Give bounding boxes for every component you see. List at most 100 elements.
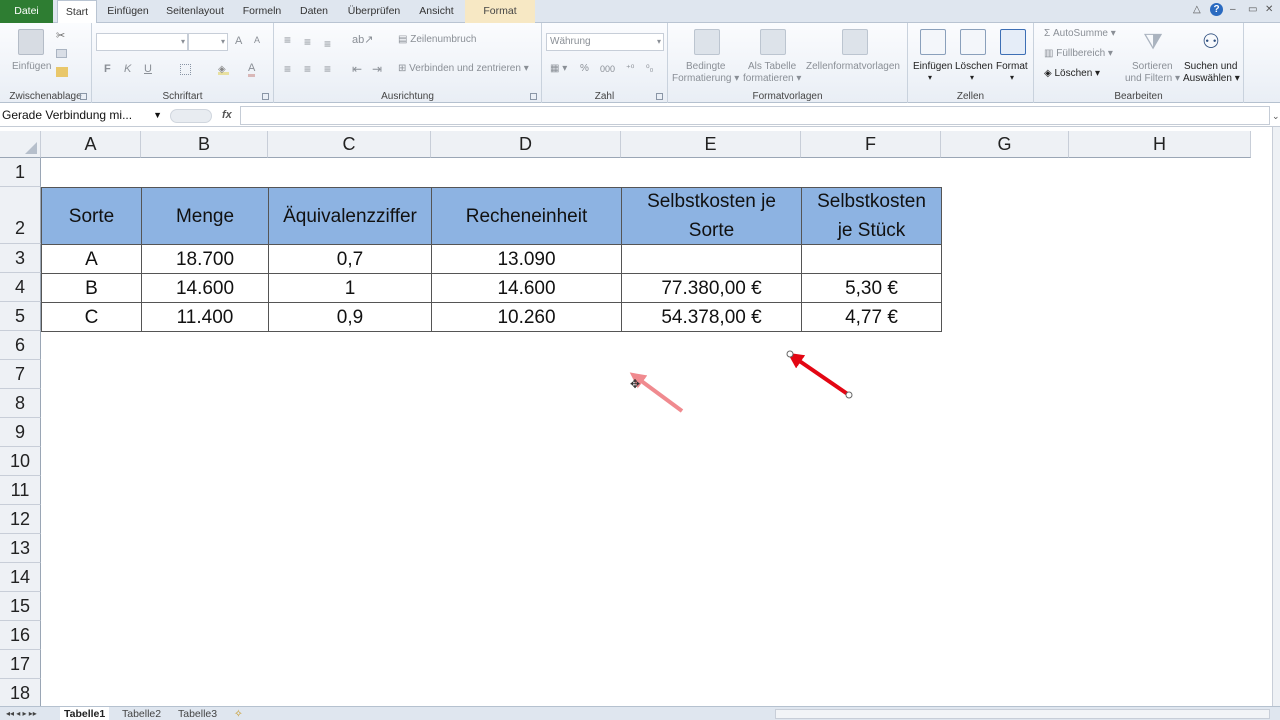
row-header-12[interactable]: 12 [0, 505, 41, 534]
horizontal-scrollbar[interactable] [775, 709, 1270, 719]
table-header-cell[interactable]: Recheneinheit [431, 187, 622, 245]
row-header-1[interactable]: 1 [0, 158, 41, 187]
close-icon[interactable]: ✕ [1265, 4, 1273, 15]
arrow-shape-selected[interactable] [787, 352, 851, 397]
table-cell[interactable]: A [41, 244, 142, 274]
name-box[interactable]: Gerade Verbindung mi... ▼ [0, 106, 166, 125]
find-select-icon[interactable]: ⚇ [1198, 29, 1224, 55]
insert-function-icon[interactable]: fx [222, 106, 240, 125]
conditional-formatting-label[interactable]: Bedingte [686, 61, 725, 72]
conditional-formatting-label2[interactable]: Formatierung ▾ [672, 73, 739, 84]
restore-icon[interactable]: ▭ [1248, 4, 1257, 15]
align-right-icon[interactable]: ≡ [324, 62, 331, 76]
orientation-icon[interactable]: ab↗ [352, 33, 373, 46]
bold-button[interactable]: F [104, 63, 111, 75]
tab-einfuegen[interactable]: Einfügen [102, 0, 154, 23]
table-cell[interactable] [621, 244, 802, 274]
autosum-button[interactable]: Σ AutoSumme ▾ [1044, 28, 1116, 39]
sort-filter-label[interactable]: Sortieren [1132, 61, 1173, 72]
insert-cells-dropdown-icon[interactable]: ▾ [928, 73, 932, 82]
table-cell[interactable]: 10.260 [431, 302, 622, 332]
expand-formula-icon[interactable]: ⌄ [1272, 111, 1280, 122]
tab-datei[interactable]: Datei [0, 0, 53, 23]
decrease-decimal-icon[interactable]: ⁰₀ [646, 63, 653, 74]
table-cell[interactable]: 1 [268, 273, 432, 303]
sheet-nav-icons[interactable]: ◂◂ ◂ ▸ ▸▸ [2, 707, 41, 720]
row-header-2[interactable]: 2 [0, 187, 41, 244]
insert-cells-label[interactable]: Einfügen [913, 61, 952, 72]
paste-label[interactable]: Einfügen [12, 61, 51, 72]
arrow-start-handle[interactable] [786, 350, 794, 358]
fill-button[interactable]: ▥ Füllbereich ▾ [1044, 48, 1113, 59]
table-cell[interactable]: 77.380,00 € [621, 273, 802, 303]
clear-button[interactable]: ◈ Löschen ▾ [1044, 68, 1100, 79]
increase-decimal-icon[interactable]: ⁺⁰ [626, 63, 634, 74]
find-select-label2[interactable]: Auswählen ▾ [1183, 73, 1240, 84]
format-as-table-label[interactable]: Als Tabelle [748, 61, 796, 72]
cut-icon[interactable]: ✂ [56, 29, 70, 43]
wrap-text-button[interactable]: ▤ Zeilenumbruch [398, 34, 476, 45]
decrease-indent-icon[interactable]: ⇤ [352, 62, 362, 76]
align-left-icon[interactable]: ≡ [284, 62, 291, 76]
row-header-4[interactable]: 4 [0, 273, 41, 302]
sheet-tab-2[interactable]: Tabelle2 [118, 707, 165, 720]
table-cell[interactable]: 13.090 [431, 244, 622, 274]
tab-start[interactable]: Start [57, 0, 97, 24]
row-header-10[interactable]: 10 [0, 447, 41, 476]
row-header-16[interactable]: 16 [0, 621, 41, 650]
table-cell[interactable]: 54.378,00 € [621, 302, 802, 332]
table-header-cell[interactable]: Menge [141, 187, 269, 245]
column-header-h[interactable]: H [1069, 131, 1251, 158]
row-header-13[interactable]: 13 [0, 534, 41, 563]
table-cell[interactable]: 14.600 [141, 273, 269, 303]
table-cell[interactable]: 5,30 € [801, 273, 942, 303]
table-header-cell[interactable]: Sorte [41, 187, 142, 245]
format-cells-dropdown-icon[interactable]: ▾ [1010, 73, 1014, 82]
table-cell[interactable]: 14.600 [431, 273, 622, 303]
table-header-cell[interactable]: Äquivalenzziffer [268, 187, 432, 245]
row-header-9[interactable]: 9 [0, 418, 41, 447]
help-icon[interactable]: ? [1210, 3, 1223, 16]
row-header-6[interactable]: 6 [0, 331, 41, 360]
sort-filter-label2[interactable]: und Filtern ▾ [1125, 73, 1180, 84]
row-header-17[interactable]: 17 [0, 650, 41, 679]
underline-button[interactable]: U [144, 63, 152, 75]
table-cell[interactable]: 4,77 € [801, 302, 942, 332]
number-launcher-icon[interactable] [656, 93, 663, 100]
row-header-15[interactable]: 15 [0, 592, 41, 621]
table-cell[interactable]: 0,7 [268, 244, 432, 274]
table-header-cell[interactable]: Selbstkosten je Sorte [621, 187, 802, 245]
insert-sheet-icon[interactable]: ✧ [230, 707, 247, 720]
border-icon[interactable] [180, 64, 191, 75]
grow-font-icon[interactable]: A [235, 35, 242, 47]
arrow-shape-faded[interactable] [629, 372, 684, 413]
row-header-3[interactable]: 3 [0, 244, 41, 273]
minimize-ribbon-icon[interactable]: △ [1193, 4, 1201, 15]
table-cell[interactable]: C [41, 302, 142, 332]
copy-icon[interactable] [56, 49, 67, 58]
italic-button[interactable]: K [124, 63, 131, 75]
conditional-formatting-icon[interactable] [694, 29, 720, 55]
tab-ueberpruefen[interactable]: Überprüfen [342, 0, 406, 23]
sort-filter-icon[interactable]: ⧩ [1140, 29, 1166, 55]
select-all-button[interactable] [0, 131, 41, 158]
align-middle-icon[interactable]: ≡ [304, 35, 311, 49]
accounting-format-icon[interactable]: ▦ ▾ [550, 63, 567, 74]
worksheet-grid[interactable]: ABCDEFGH 1 2 3 4 5 6 7 8 9 10 11 12 13 14 15 16 17 18 Sor… [0, 131, 1272, 706]
formula-bar-splitter[interactable] [170, 109, 212, 123]
formula-input[interactable] [240, 106, 1270, 125]
table-cell[interactable]: 0,9 [268, 302, 432, 332]
row-header-14[interactable]: 14 [0, 563, 41, 592]
arrow-end-handle[interactable] [845, 391, 853, 399]
minimize-icon[interactable]: – [1230, 4, 1236, 15]
column-header-g[interactable]: G [941, 131, 1069, 158]
format-cells-label[interactable]: Format [996, 61, 1028, 72]
column-header-f[interactable]: F [801, 131, 941, 158]
align-center-icon[interactable]: ≡ [304, 62, 311, 76]
column-header-e[interactable]: E [621, 131, 801, 158]
row-header-5[interactable]: 5 [0, 302, 41, 331]
font-name-combo[interactable]: ▾ [96, 33, 188, 51]
increase-indent-icon[interactable]: ⇥ [372, 62, 382, 76]
row-header-18[interactable]: 18 [0, 679, 41, 706]
clipboard-launcher-icon[interactable] [80, 93, 87, 100]
